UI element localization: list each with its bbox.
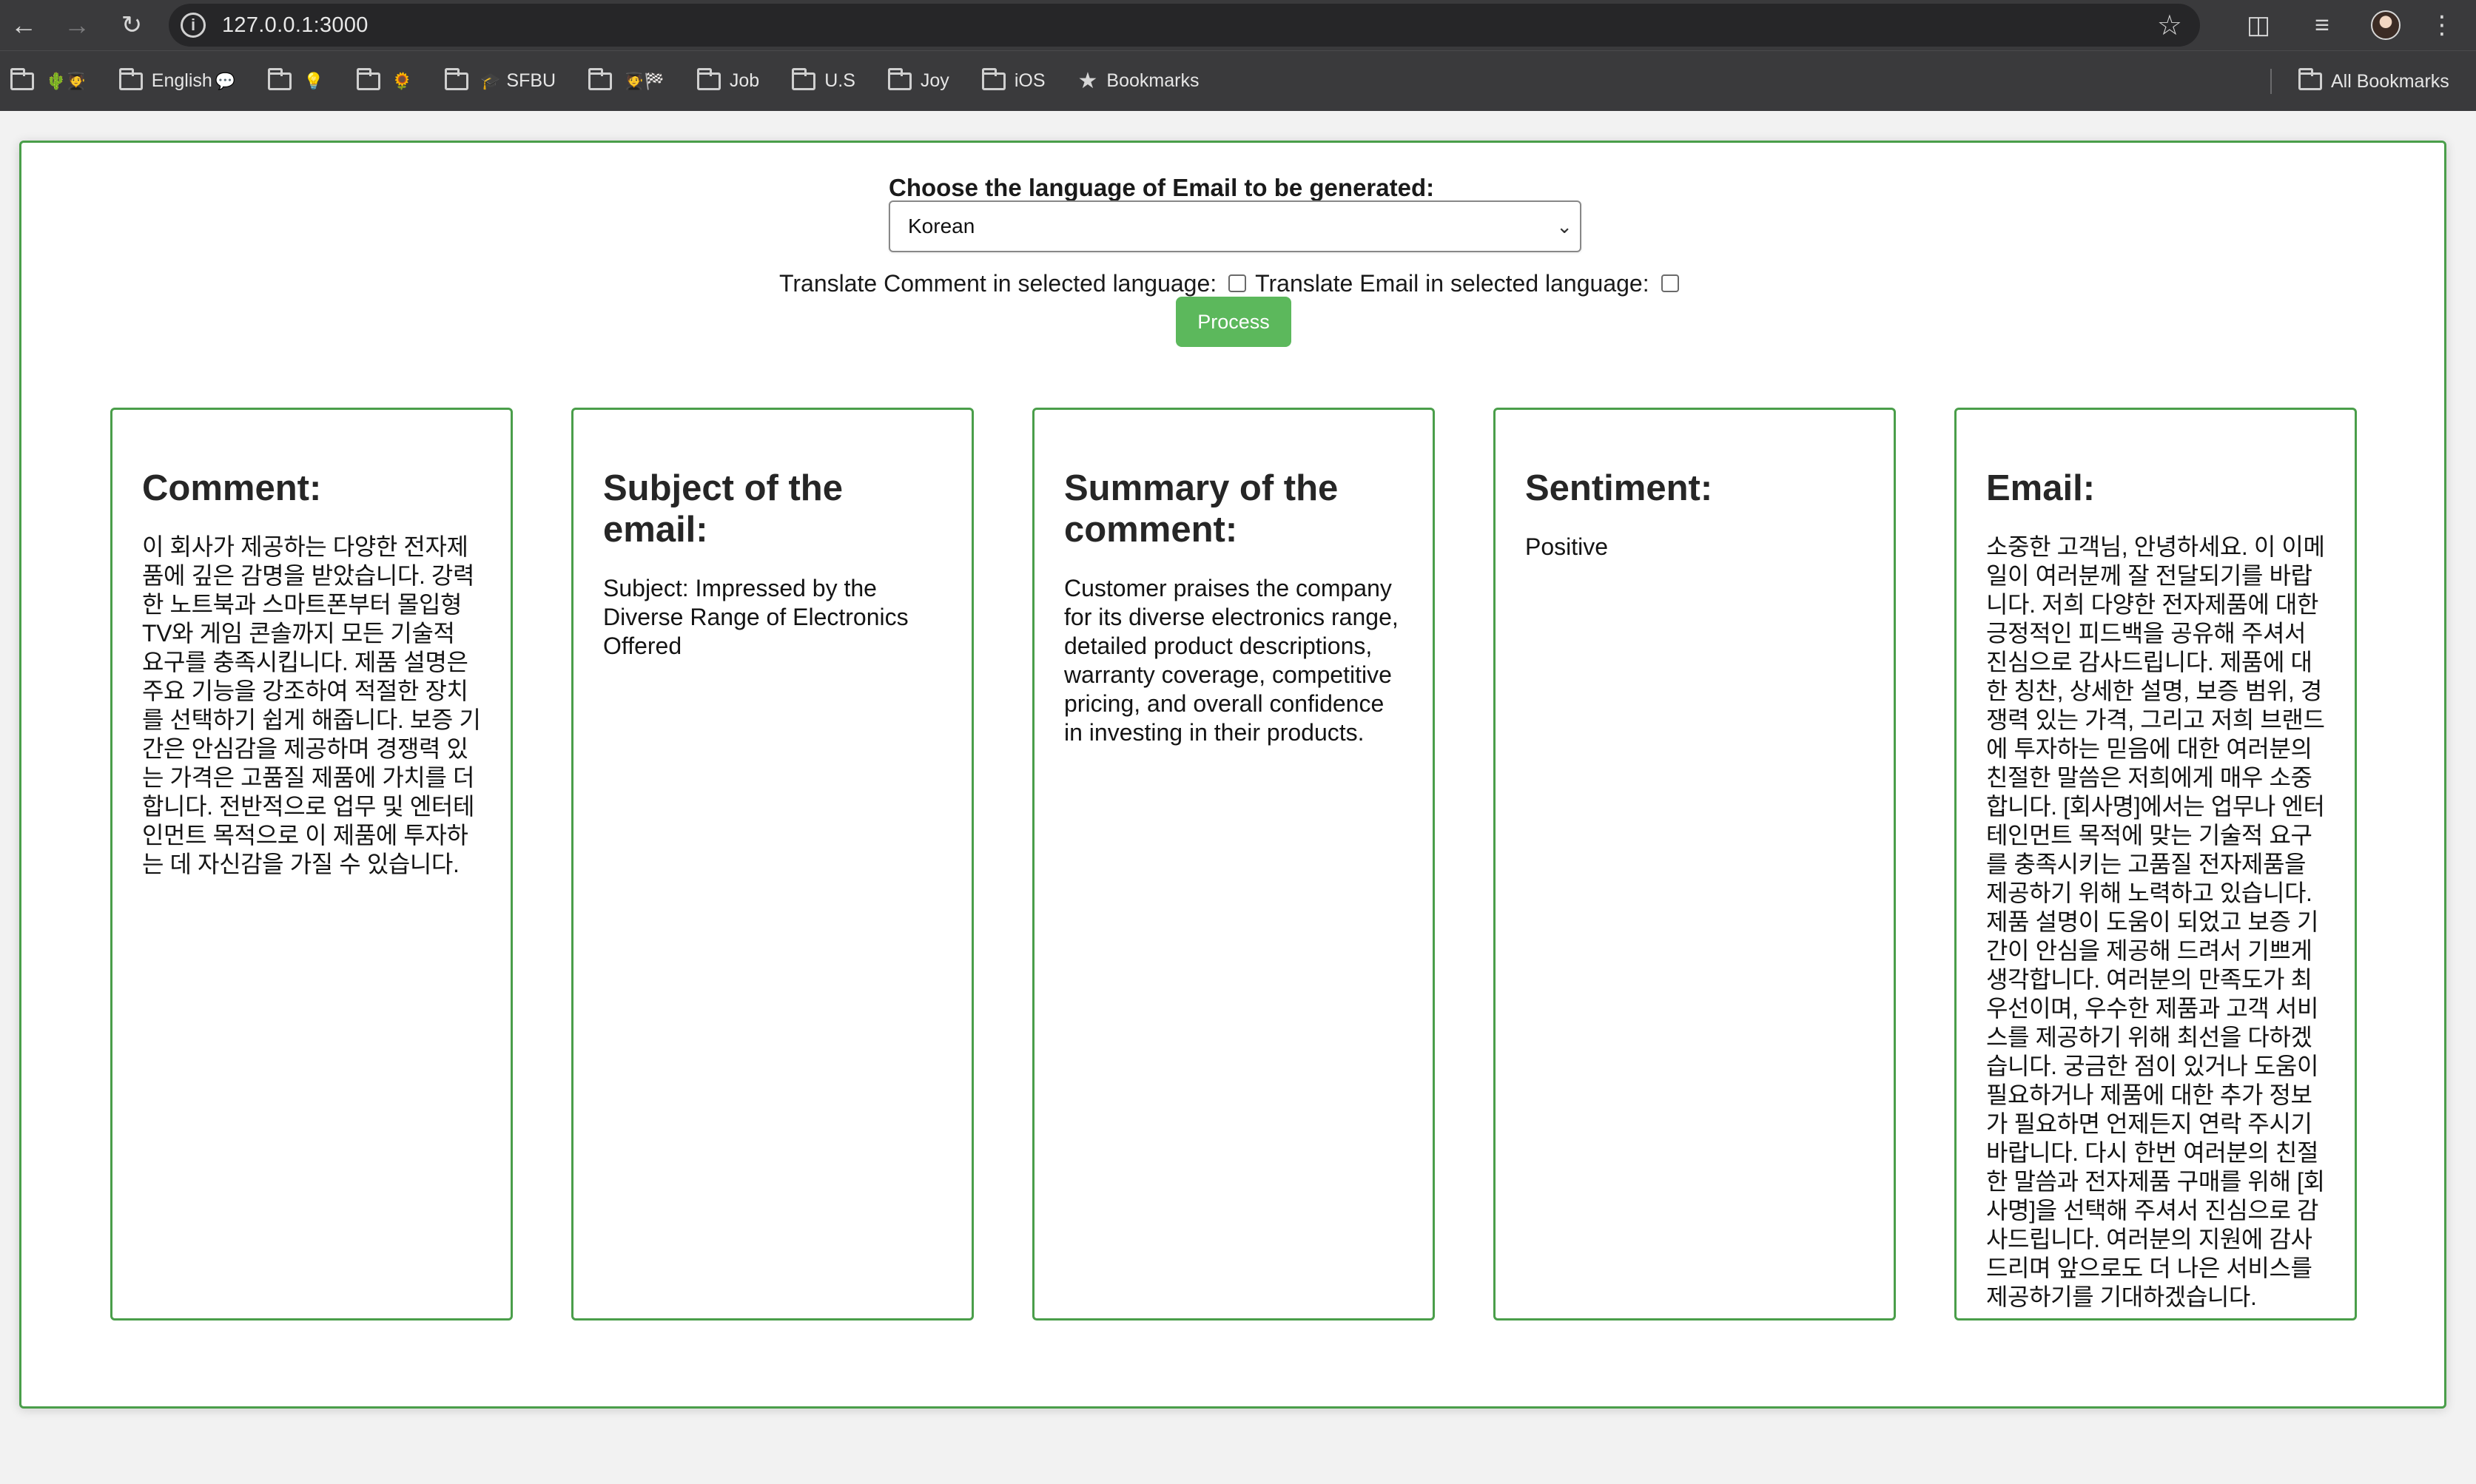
url-text[interactable]: 127.0.0.1:3000 <box>222 13 369 38</box>
bookmarks-divider <box>2270 69 2272 94</box>
address-bar[interactable]: i 127.0.0.1:3000 ☆ <box>169 4 2200 47</box>
bookmark-folder[interactable]: iOS <box>981 67 1046 92</box>
summary-text: Customer praises the company for its div… <box>1064 575 1399 746</box>
translate-options: Translate Comment in selected language: … <box>779 267 1688 300</box>
sentiment-card: Sentiment: Positive <box>1493 408 1896 1321</box>
email-title: Email: <box>1986 468 2096 508</box>
bookmark-folder[interactable]: 🌻 <box>356 67 412 91</box>
bookmark-folder[interactable]: Joy <box>887 67 949 92</box>
bookmarks-link[interactable]: ★ Bookmarks <box>1078 68 1200 94</box>
browser-toolbar: ← → ↻ i 127.0.0.1:3000 ☆ ◫ ≡ ⋮ <box>0 0 2476 50</box>
reload-icon[interactable]: ↻ <box>111 4 152 46</box>
site-info-icon[interactable]: i <box>181 13 206 38</box>
translate-comment-checkbox[interactable] <box>1228 274 1247 292</box>
language-select-value: Korean <box>908 215 975 237</box>
forward-icon[interactable]: → <box>56 4 98 46</box>
sentiment-text: Positive <box>1525 533 1609 560</box>
folder-icon <box>696 67 721 90</box>
menu-kebab-icon[interactable]: ⋮ <box>2421 4 2463 46</box>
all-bookmarks-button[interactable]: All Bookmarks <box>2298 51 2449 112</box>
bookmark-folder[interactable]: U.S <box>792 67 855 92</box>
language-label: Choose the language of Email to be gener… <box>889 174 1435 201</box>
folder-icon <box>118 67 143 90</box>
folder-icon <box>792 67 816 90</box>
bookmark-folder[interactable]: 💡 <box>268 67 324 91</box>
extensions-icon[interactable]: ◫ <box>2238 4 2279 46</box>
back-icon[interactable]: ← <box>3 4 44 46</box>
process-button[interactable]: Process <box>1176 297 1291 347</box>
bookmark-folder[interactable]: English 💬 <box>118 67 235 92</box>
translate-comment-label: Translate Comment in selected language: <box>779 269 1217 297</box>
summary-title: Summary of the comment: <box>1064 468 1339 550</box>
avatar <box>2371 10 2401 40</box>
bookmark-folder[interactable]: 🎓 SFBU <box>445 67 556 92</box>
language-select[interactable]: Korean ⌄ <box>889 200 1581 252</box>
email-card: Email: 소중한 고객님, 안녕하세요. 이 이메일이 여러분께 잘 전달되… <box>1954 408 2357 1321</box>
folder-icon <box>10 67 34 90</box>
bookmark-folder[interactable]: 🧑‍🎓🏁 <box>588 67 665 91</box>
folder-icon <box>268 67 292 90</box>
profile-avatar[interactable] <box>2365 4 2406 46</box>
subject-card: Subject of the email: Subject: Impressed… <box>571 408 974 1321</box>
comment-title: Comment: <box>142 468 322 508</box>
folder-icon <box>356 67 380 90</box>
bookmark-star-icon[interactable]: ☆ <box>2157 9 2182 42</box>
folder-icon <box>981 67 1006 90</box>
star-icon: ★ <box>1077 69 1098 93</box>
comment-text: 이 회사가 제공하는 다양한 전자제품에 깊은 감명을 받았습니다. 강력한 노… <box>142 533 481 877</box>
sentiment-title: Sentiment: <box>1525 468 1713 508</box>
email-text: 소중한 고객님, 안녕하세요. 이 이메일이 여러분께 잘 전달되기를 바랍니다… <box>1986 533 2325 1310</box>
bookmark-folder[interactable]: 🌵🧑‍🎓 <box>10 67 87 91</box>
folder-icon <box>445 67 469 90</box>
folder-icon <box>887 67 912 90</box>
translate-email-checkbox[interactable] <box>1661 274 1679 292</box>
bookmarks-bar: 🌵🧑‍🎓 English 💬 💡 🌻 🎓 SFBU 🧑‍🎓🏁 Job U.S Joy… <box>0 50 2476 111</box>
subject-title: Subject of the email: <box>603 468 843 550</box>
reading-list-icon[interactable]: ≡ <box>2301 4 2343 46</box>
subject-text: Subject: Impressed by the Diverse Range … <box>603 575 909 659</box>
folder-icon <box>588 67 613 90</box>
app-container: Choose the language of Email to be gener… <box>19 141 2446 1409</box>
folder-icon <box>2298 68 2322 90</box>
summary-card: Summary of the comment: Customer praises… <box>1032 408 1435 1321</box>
bookmark-folder[interactable]: Job <box>696 67 759 92</box>
chevron-down-icon: ⌄ <box>1556 215 1572 237</box>
comment-card: Comment: 이 회사가 제공하는 다양한 전자제품에 깊은 감명을 받았습… <box>110 408 513 1321</box>
translate-email-label: Translate Email in selected language: <box>1255 269 1649 297</box>
